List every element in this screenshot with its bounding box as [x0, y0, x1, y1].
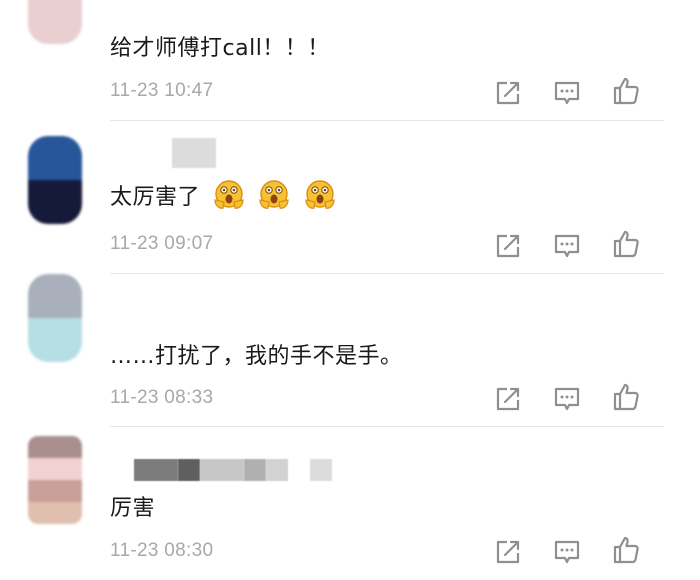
- emoji-icon: [213, 180, 244, 209]
- share-icon[interactable]: [493, 384, 523, 414]
- divider: [110, 120, 664, 121]
- share-icon[interactable]: [493, 78, 523, 108]
- like-icon[interactable]: [611, 382, 641, 412]
- avatar[interactable]: [28, 136, 82, 224]
- comment-time: 11-23 09:07: [110, 233, 214, 254]
- avatar[interactable]: [28, 0, 82, 44]
- comment-text: ……打扰了，我的手不是手。: [110, 344, 403, 369]
- comment-time: 11-23 08:33: [110, 387, 214, 408]
- avatar[interactable]: [28, 274, 82, 362]
- comment-icon[interactable]: [552, 231, 582, 261]
- emoji-icon: [259, 180, 289, 209]
- like-icon[interactable]: [611, 535, 641, 565]
- avatar[interactable]: [28, 436, 82, 524]
- divider: [110, 273, 664, 274]
- share-icon[interactable]: [493, 537, 523, 567]
- comment-text: 厉害: [110, 496, 156, 521]
- comment-text: 给才师傅打call！！！: [110, 36, 330, 61]
- divider: [110, 426, 664, 427]
- comment-text: 太厉害了: [110, 185, 201, 210]
- comment-icon[interactable]: [552, 537, 582, 567]
- like-icon[interactable]: [611, 229, 641, 259]
- share-icon[interactable]: [493, 231, 523, 261]
- comment-time: 11-23 10:47: [110, 80, 214, 101]
- comment-icon[interactable]: [552, 384, 582, 414]
- comment-time: 11-23 08:30: [110, 540, 214, 561]
- emoji-icon: [304, 180, 335, 209]
- comment-text-row: 太厉害了: [110, 179, 337, 215]
- like-icon[interactable]: [611, 76, 641, 106]
- comment-icon[interactable]: [552, 78, 582, 108]
